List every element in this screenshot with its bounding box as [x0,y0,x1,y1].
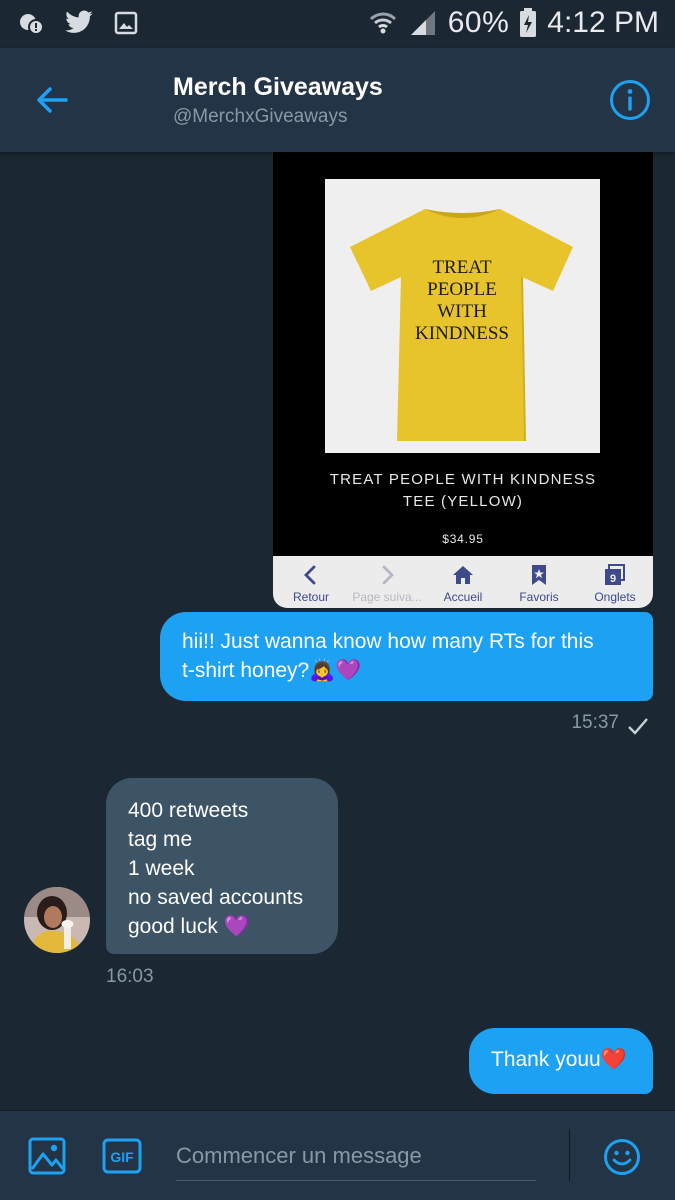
message-line: no saved accounts [128,886,304,909]
conversation-header: Merch Giveaways @MerchxGiveaways [0,48,675,152]
message-line: tag me [128,828,193,851]
message-timestamp: 16:03 [106,966,154,987]
browser-bookmarks-label: Favoris [519,590,559,604]
browser-tabs-button[interactable]: 9 Onglets [577,556,653,608]
info-icon[interactable] [609,79,651,121]
browser-back-label: Retour [292,590,330,604]
message-line: Thank youu❤️ [491,1048,627,1071]
browser-toolbar: Retour Page suiva... Accueil Favoris 9 O… [273,556,653,608]
twitter-bird-icon [65,10,93,33]
tabs-icon: 9 [605,564,625,585]
product-name-line: TEE (YELLOW) [402,493,524,510]
message-line: t-shirt honey?🙇‍♀️💜 [182,659,362,682]
product-image: TREAT PEOPLE WITH KINDNESS [325,179,600,453]
sent-message-bubble[interactable]: Thank youu❤️ [469,1028,653,1094]
browser-back-button[interactable]: Retour [273,556,349,608]
received-message-bubble[interactable]: 400 retweets tag me 1 week no saved acco… [106,778,338,954]
shirt-text-line: TREAT [432,257,492,278]
browser-home-button[interactable]: Accueil [425,556,501,608]
tabs-count: 9 [610,573,616,585]
conversation-title[interactable]: Merch Giveaways [173,73,383,102]
emoji-icon[interactable] [603,1138,641,1176]
status-time: 4:12 PM [547,6,659,39]
shirt-text-line: PEOPLE [427,279,497,300]
home-icon [453,566,473,584]
message-timestamp: 15:37 [571,712,619,733]
image-icon[interactable] [28,1137,66,1175]
avatar[interactable] [24,887,90,953]
browser-forward-button[interactable]: Page suiva... [349,556,425,608]
message-line: 1 week [128,857,195,880]
wifi-icon [369,12,396,34]
product-name-line: TREAT PEOPLE WITH KINDNESS [329,471,597,488]
shirt-text-line: WITH [437,301,487,322]
cast-notification-icon [20,14,44,35]
battery-percent: 60% [447,6,510,39]
browser-forward-label: Page suiva... [352,590,422,604]
yellow-tshirt-image: TREAT PEOPLE WITH KINDNESS [350,209,573,442]
image-notification-icon [114,11,138,35]
conversation-handle: @MerchxGiveaways [173,106,348,127]
composer-divider [569,1129,570,1181]
message-composer: GIF [0,1110,675,1200]
shirt-text-line: KINDNESS [415,323,509,344]
message-line: 400 retweets [128,799,249,822]
status-bar: 60% 4:12 PM [0,0,675,48]
gif-icon[interactable]: GIF [102,1138,142,1174]
message-input[interactable] [176,1131,536,1181]
chevron-right-icon [382,565,394,585]
shared-image-message[interactable]: TREAT PEOPLE WITH KINDNESS TREAT PEOPLE … [273,152,653,608]
message-line: good luck 💜 [128,915,250,938]
bookmark-icon [532,565,546,585]
browser-home-label: Accueil [443,590,483,604]
chevron-left-icon [304,565,316,585]
browser-bookmarks-button[interactable]: Favoris [501,556,577,608]
browser-tabs-label: Onglets [594,590,636,604]
sent-message-bubble[interactable]: hii!! Just wanna know how many RTs for t… [160,612,653,701]
checkmark-icon [628,718,648,735]
signal-icon [410,11,435,35]
product-name: TREAT PEOPLE WITH KINDNESS TEE (YELLOW) [273,469,653,513]
gif-label: GIF [110,1149,134,1165]
product-price: $34.95 [442,532,484,546]
battery-charging-icon [520,8,537,37]
back-arrow-icon[interactable] [32,80,72,120]
message-line: hii!! Just wanna know how many RTs for t… [182,630,594,653]
